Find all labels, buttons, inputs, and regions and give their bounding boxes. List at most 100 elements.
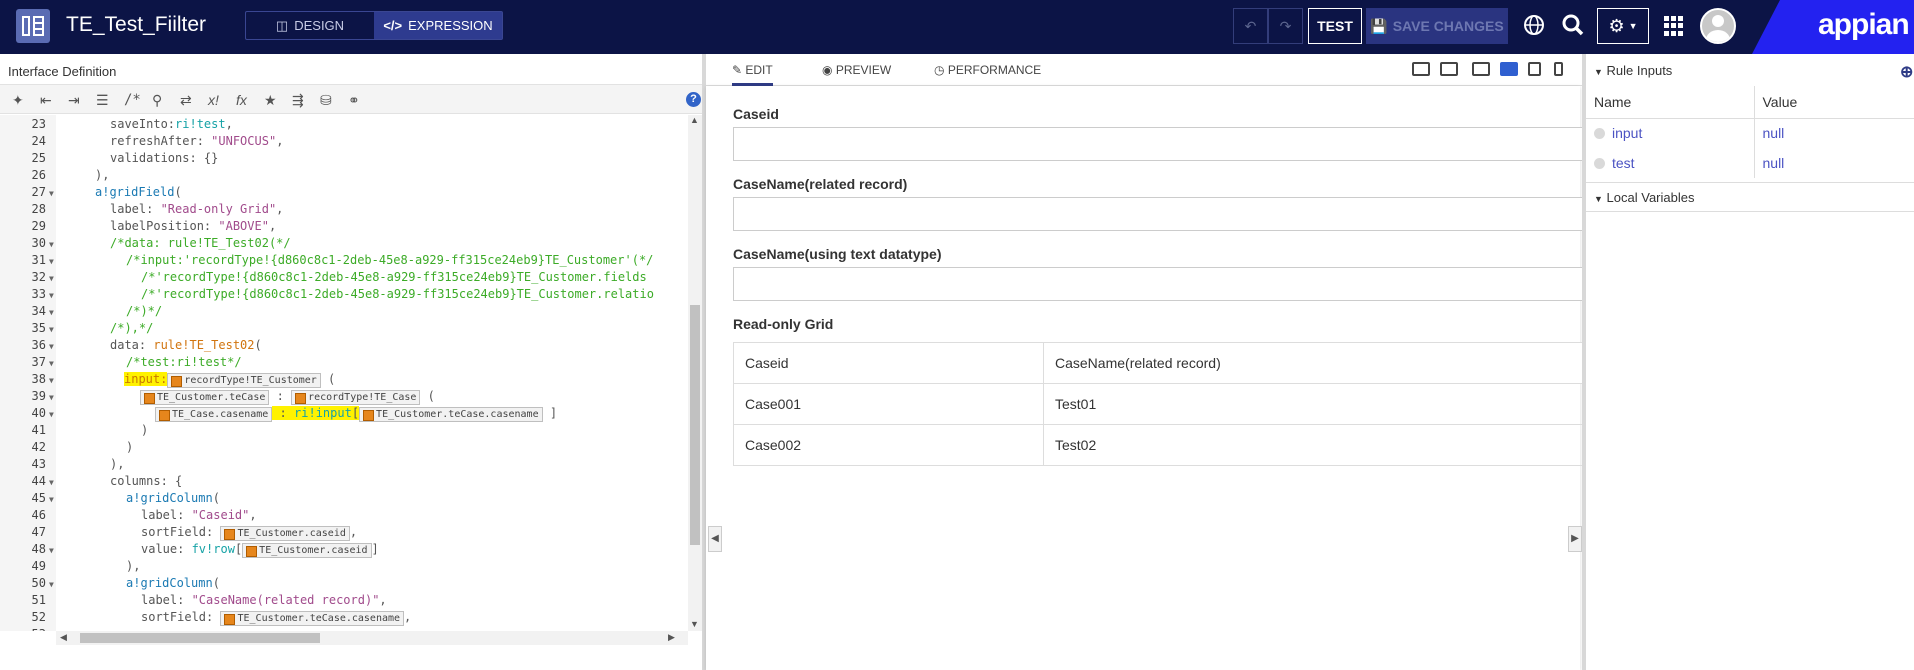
code-line-32: /*'recordType!{d860c8c1-2deb-45e8-a929-f…: [141, 270, 647, 284]
casename-text-field[interactable]: [733, 267, 1583, 301]
rule-input-name[interactable]: input: [1586, 118, 1755, 148]
star-icon[interactable]: ★: [264, 92, 277, 109]
rule-inputs-header[interactable]: ▼ Rule Inputs: [1594, 63, 1672, 78]
save-changes-button[interactable]: 💾 SAVE CHANGES: [1366, 8, 1508, 44]
outdent-icon[interactable]: ⇤: [40, 92, 52, 109]
casename-related-field[interactable]: [733, 197, 1583, 231]
monitor-icon[interactable]: [1500, 62, 1518, 76]
database-icon[interactable]: ⛁: [320, 92, 332, 109]
fold-arrow-icon[interactable]: ▼: [49, 274, 54, 283]
scroll-down-icon[interactable]: ▼: [690, 619, 699, 629]
variable-icon[interactable]: x!: [208, 92, 219, 108]
tablet-icon[interactable]: [1528, 62, 1541, 76]
fold-arrow-icon[interactable]: ▼: [49, 478, 54, 487]
pencil-icon: ✎: [732, 63, 746, 77]
fold-arrow-icon[interactable]: ▼: [49, 308, 54, 317]
language-globe-icon[interactable]: [1523, 14, 1545, 39]
line-number: 34: [31, 304, 46, 318]
tab-performance[interactable]: ◷ PERFORMANCE: [934, 63, 1041, 77]
line-number: 29: [31, 219, 46, 233]
caret-down-icon: ▼: [1594, 194, 1603, 204]
export-icon[interactable]: ⇶: [292, 92, 304, 109]
eye-icon: ◉: [822, 63, 836, 77]
line-number: 33: [31, 287, 46, 301]
design-mode-button[interactable]: ◫ DESIGN: [246, 12, 374, 39]
desktop-icon[interactable]: [1472, 62, 1490, 76]
line-number: 26: [31, 168, 46, 182]
fold-arrow-icon[interactable]: ▼: [49, 189, 54, 198]
fold-arrow-icon[interactable]: ▼: [49, 359, 54, 368]
redo-icon: ↷: [1279, 17, 1292, 34]
settings-menu-button[interactable]: ⚙ ▼: [1597, 8, 1649, 44]
code-line-29: labelPosition: "ABOVE",: [110, 219, 277, 233]
magic-wand-icon[interactable]: ✦: [12, 92, 24, 109]
line-number: 52: [31, 610, 46, 624]
code-editor[interactable]: 23 24 25 26 27 28 29 30 31 32 33 34 35 3…: [0, 115, 688, 631]
fold-arrow-icon[interactable]: ▼: [49, 410, 54, 419]
line-number: 40: [31, 406, 46, 420]
tab-edit[interactable]: ✎ EDIT: [732, 63, 773, 86]
caseid-field[interactable]: [733, 127, 1583, 161]
horizontal-scrollbar[interactable]: ◀ ▶: [56, 631, 688, 645]
collapse-left-icon[interactable]: ◀: [708, 526, 722, 552]
rule-input-name[interactable]: test: [1586, 148, 1755, 178]
undo-button[interactable]: ↶: [1233, 8, 1268, 44]
tab-preview[interactable]: ◉ PREVIEW: [822, 63, 891, 77]
scroll-up-icon[interactable]: ▲: [690, 115, 699, 125]
help-icon[interactable]: ?: [686, 92, 701, 107]
app-navigation-grid-icon[interactable]: [1664, 16, 1684, 36]
scrollbar-thumb[interactable]: [690, 305, 700, 545]
scroll-right-icon[interactable]: ▶: [668, 632, 675, 643]
scroll-left-icon[interactable]: ◀: [60, 632, 67, 643]
code-line-39: TE_Customer.teCase : recordType!TE_Case …: [140, 389, 435, 405]
fold-arrow-icon[interactable]: ▼: [49, 342, 54, 351]
expression-mode-button[interactable]: </> EXPRESSION: [374, 12, 502, 39]
grid-header-row: Caseid CaseName(related record): [733, 342, 1583, 384]
preview-panel: ✎ EDIT ◉ PREVIEW ◷ PERFORMANCE Caseid Ca…: [706, 54, 1584, 670]
code-line-41: ): [141, 423, 149, 437]
table-cell: Case002: [733, 424, 1044, 466]
fold-arrow-icon[interactable]: ▼: [49, 495, 54, 504]
fold-arrow-icon[interactable]: ▼: [49, 393, 54, 402]
fold-arrow-icon[interactable]: ▼: [49, 546, 54, 555]
line-number: 44: [31, 474, 46, 488]
shuffle-icon[interactable]: ⇄: [180, 92, 192, 109]
fit-width-icon[interactable]: [1412, 62, 1430, 76]
phone-icon[interactable]: [1554, 62, 1563, 76]
list-icon[interactable]: ☰: [96, 92, 109, 109]
fold-arrow-icon[interactable]: ▼: [49, 580, 54, 589]
comment-icon[interactable]: /*: [124, 92, 141, 108]
expression-toolbar: ✦ ⇤ ⇥ ☰ /* ⚲ ⇄ x! fx ★ ⇶ ⛁ ⚭ ?: [0, 84, 702, 114]
search-icon[interactable]: [1562, 14, 1584, 39]
indent-icon[interactable]: ⇥: [68, 92, 80, 109]
fold-arrow-icon[interactable]: ▼: [49, 325, 54, 334]
interface-icon: [16, 9, 50, 43]
search-icon[interactable]: ⚲: [152, 92, 162, 109]
fold-arrow-icon[interactable]: ▼: [49, 240, 54, 249]
design-icon: ◫: [275, 17, 289, 33]
add-rule-input-icon[interactable]: ⊕: [1900, 62, 1913, 82]
collapse-right-icon[interactable]: ▶: [1568, 526, 1582, 552]
fold-arrow-icon[interactable]: ▼: [49, 376, 54, 385]
code-line-24: refreshAfter: "UNFOCUS",: [110, 134, 284, 148]
appian-logo: appian: [1818, 8, 1910, 41]
fold-arrow-icon[interactable]: ▼: [49, 257, 54, 266]
redo-button[interactable]: ↷: [1268, 8, 1303, 44]
column-header[interactable]: CaseName(related record): [1043, 342, 1583, 384]
local-variables-header[interactable]: ▼ Local Variables: [1594, 190, 1694, 205]
scrollbar-thumb[interactable]: [80, 633, 320, 643]
line-number: 24: [31, 134, 46, 148]
vertical-scrollbar[interactable]: ▲ ▼: [688, 115, 702, 631]
desktop-wide-icon[interactable]: [1440, 62, 1458, 76]
local-variables-section[interactable]: ▼ Local Variables: [1586, 182, 1914, 212]
fold-arrow-icon[interactable]: ▼: [49, 291, 54, 300]
user-avatar[interactable]: [1700, 8, 1736, 44]
code-line-30: /*data: rule!TE_Test02(*/: [110, 236, 291, 250]
rule-input-value[interactable]: null: [1754, 118, 1914, 148]
code-line-44: columns: {: [110, 474, 183, 488]
rule-input-value[interactable]: null: [1754, 148, 1914, 178]
test-button[interactable]: TEST: [1308, 8, 1362, 44]
column-header[interactable]: Caseid: [733, 342, 1044, 384]
globe-icon[interactable]: ⚭: [348, 92, 360, 109]
function-icon[interactable]: fx: [236, 92, 247, 108]
